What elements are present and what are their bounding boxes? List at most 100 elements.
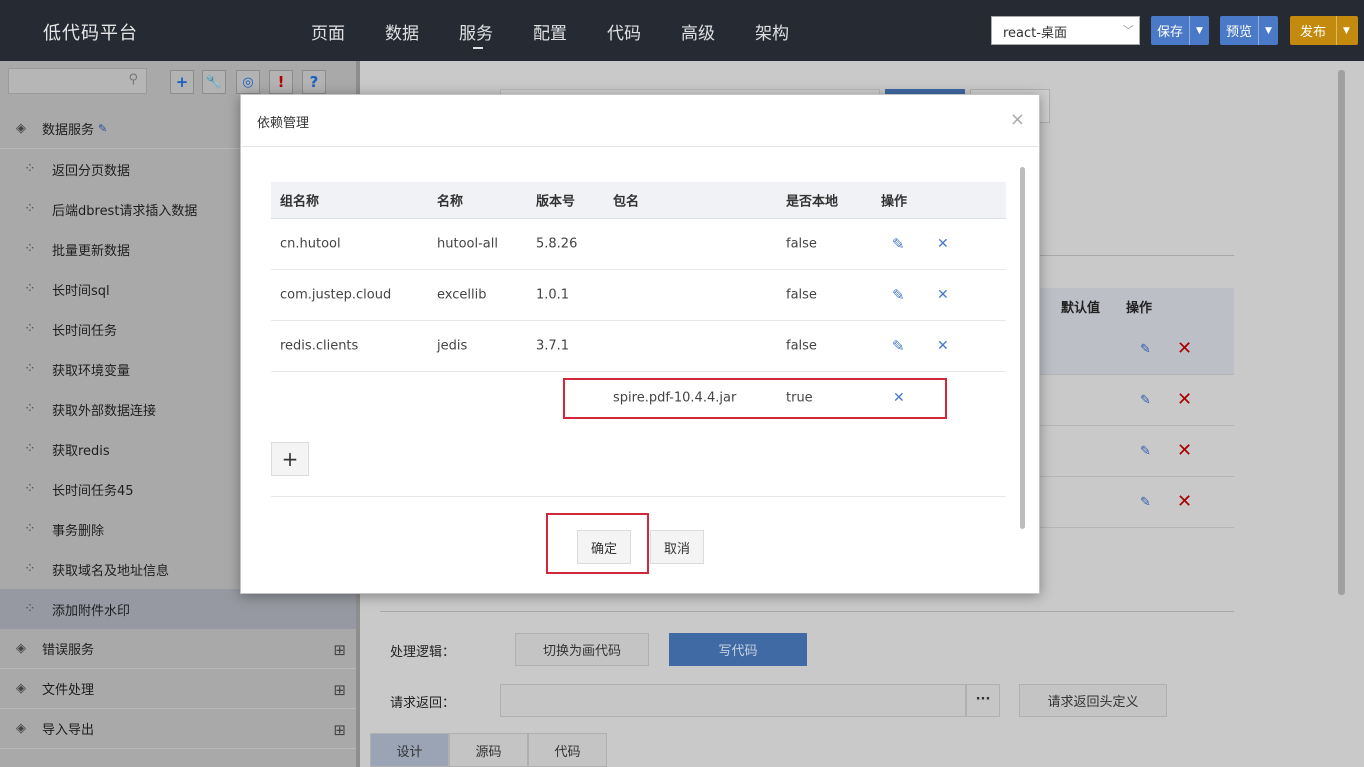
delete-icon[interactable]: ✕ (1177, 389, 1192, 410)
delete-icon[interactable]: ✕ (937, 236, 949, 252)
caret-down-icon[interactable]: ▼ (1258, 16, 1278, 45)
col-local: 是否本地 (786, 194, 839, 210)
edit-icon[interactable]: ✎ (1140, 393, 1151, 408)
delete-icon[interactable]: ✕ (1177, 338, 1192, 359)
nav-advanced[interactable]: 高级 (681, 19, 715, 44)
save-label: 保存 (1157, 25, 1184, 40)
edit-icon[interactable]: ✎ (892, 337, 905, 355)
cancel-button[interactable]: 取消 (650, 530, 704, 564)
service-node-icon: ⁘ (24, 561, 36, 577)
dialog-scrollbar[interactable] (1020, 167, 1025, 529)
nav-code[interactable]: 代码 (607, 19, 641, 44)
switch-to-visual-code-button[interactable]: 切换为画代码 (515, 633, 649, 666)
nav-page[interactable]: 页面 (311, 19, 345, 44)
dependency-dialog: 依赖管理 × 组名称 名称 版本号 包名 是否本地 操作 cn.hutool h… (240, 94, 1040, 594)
publish-button[interactable]: 发布 ▼ (1290, 16, 1358, 45)
wrench-icon[interactable]: 🔧 (202, 70, 226, 94)
tree-item-label: 获取域名及地址信息 (52, 563, 170, 579)
return-label: 请求返回： (390, 696, 456, 711)
close-icon[interactable]: × (1010, 109, 1025, 130)
confirm-button[interactable]: 确定 (577, 530, 631, 564)
tab-design[interactable]: 设计 (370, 733, 449, 767)
table-row: com.justep.cloud excellib 1.0.1 false ✎ … (271, 270, 1006, 321)
cell-name: jedis (437, 338, 468, 354)
cell-local: true (786, 390, 813, 405)
tree-item-label: 长时间任务 (52, 323, 118, 339)
tree-group-label: 导入导出 (42, 723, 95, 738)
main-scrollbar[interactable] (1338, 70, 1345, 595)
service-node-icon: ⁘ (24, 521, 36, 537)
caret-down-icon[interactable]: ▼ (1336, 16, 1356, 45)
edit-icon[interactable]: ✎ (1140, 495, 1151, 510)
nav-service[interactable]: 服务 (459, 19, 493, 49)
tab-code[interactable]: 代码 (528, 733, 607, 767)
grid-icon[interactable]: ⊞ (333, 681, 346, 699)
service-node-icon: ⁘ (24, 601, 36, 617)
col-default: 默认值 (1061, 300, 1101, 316)
tree-group-import-export[interactable]: ◈ 导入导出 ⊞ (0, 709, 356, 749)
service-node-icon: ⁘ (24, 241, 36, 257)
tree-item-label: 添加附件水印 (52, 603, 131, 619)
table-row: ✎ ✕ (1040, 324, 1234, 375)
layers-icon: ◈ (16, 721, 26, 736)
table-row: redis.clients jedis 3.7.1 false ✎ ✕ (271, 321, 1006, 372)
warning-icon[interactable]: ! (269, 70, 293, 94)
tree-item-label: 获取redis (52, 443, 110, 459)
env-select[interactable]: react-桌面 ﹀ (991, 16, 1140, 45)
table-row: ✎ ✕ (1040, 477, 1234, 528)
col-version: 版本号 (536, 194, 576, 210)
save-button[interactable]: 保存 ▼ (1151, 16, 1209, 45)
nav-config[interactable]: 配置 (533, 19, 567, 44)
service-node-icon: ⁘ (24, 161, 36, 177)
main-nav: 页面 数据 服务 配置 代码 高级 架构 (311, 19, 829, 49)
env-select-value: react-桌面 (1003, 26, 1067, 41)
tree-item-selected[interactable]: ⁘ 添加附件水印 (0, 589, 356, 629)
edit-icon[interactable]: ✎ (892, 286, 905, 304)
caret-down-icon[interactable]: ▼ (1189, 16, 1209, 45)
table-row: ✎ ✕ (1040, 375, 1234, 426)
edit-icon[interactable]: ✎ (1140, 444, 1151, 459)
delete-icon[interactable]: ✕ (1177, 491, 1192, 512)
nav-architecture[interactable]: 架构 (755, 19, 789, 44)
layers-icon: ◈ (16, 121, 26, 136)
col-ops: 操作 (1126, 300, 1153, 316)
service-node-icon: ⁘ (24, 401, 36, 417)
response-header-button[interactable]: 请求返回头定义 (1019, 684, 1167, 717)
nav-data[interactable]: 数据 (385, 19, 419, 44)
grid-icon[interactable]: ⊞ (333, 641, 346, 659)
tree-group-error-service[interactable]: ◈ 错误服务 ⊞ (0, 629, 356, 669)
col-name: 名称 (437, 194, 464, 210)
table-header: 组名称 名称 版本号 包名 是否本地 操作 (271, 182, 1006, 219)
write-code-button[interactable]: 写代码 (669, 633, 807, 666)
help-icon[interactable]: ? (302, 70, 326, 94)
delete-icon[interactable]: ✕ (937, 338, 949, 354)
cell-package: spire.pdf-10.4.4.jar (613, 390, 737, 405)
add-dependency-button[interactable]: + (271, 442, 309, 476)
delete-icon[interactable]: ✕ (893, 390, 905, 406)
cell-local: false (786, 338, 817, 354)
tree-item-label: 后端dbrest请求插入数据 (52, 203, 198, 219)
col-group: 组名称 (280, 194, 320, 210)
logic-label: 处理逻辑： (390, 645, 456, 660)
col-ops: 操作 (881, 194, 908, 210)
return-input[interactable] (500, 684, 966, 717)
pencil-icon[interactable]: ✎ (98, 122, 107, 135)
more-button[interactable]: ··· (966, 684, 1000, 717)
cell-version: 5.8.26 (536, 236, 578, 252)
target-icon[interactable]: ◎ (236, 70, 260, 94)
cell-local: false (786, 287, 817, 303)
preview-button[interactable]: 预览 ▼ (1220, 16, 1278, 45)
search-input[interactable]: ⚲ (8, 68, 147, 94)
delete-icon[interactable]: ✕ (937, 287, 949, 303)
tab-source[interactable]: 源码 (449, 733, 528, 767)
table-row: ✎ ✕ (1040, 426, 1234, 477)
divider (380, 611, 1234, 612)
add-icon[interactable]: + (170, 70, 194, 94)
edit-icon[interactable]: ✎ (892, 235, 905, 253)
cell-group: com.justep.cloud (280, 287, 392, 303)
delete-icon[interactable]: ✕ (1177, 440, 1192, 461)
tree-group-file-processing[interactable]: ◈ 文件处理 ⊞ (0, 669, 356, 709)
edit-icon[interactable]: ✎ (1140, 342, 1151, 357)
tree-item-label: 批量更新数据 (52, 243, 131, 259)
grid-icon[interactable]: ⊞ (333, 721, 346, 739)
